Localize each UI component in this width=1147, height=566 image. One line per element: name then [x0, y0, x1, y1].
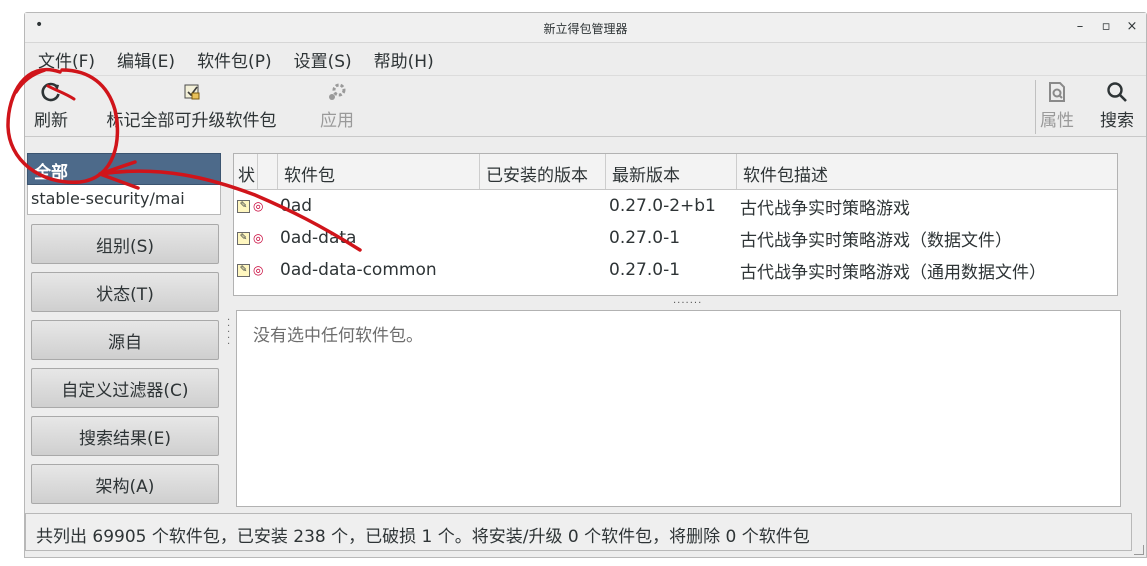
- filter-item-repo[interactable]: stable-security/mai: [27, 185, 221, 215]
- maximize-icon[interactable]: ▫: [1100, 19, 1112, 34]
- properties-button[interactable]: 属性: [1035, 80, 1079, 131]
- mark-all-upgrades-label: 标记全部可升级软件包: [106, 111, 277, 131]
- menu-settings[interactable]: 设置(S): [291, 45, 355, 74]
- table-row[interactable]: ✎ ◎ 0ad-data 0.27.0-1 古代战争实时策略游戏（数据文件）: [234, 222, 1117, 254]
- apply-label: 应用: [320, 111, 354, 131]
- architecture-button[interactable]: 架构(A): [31, 464, 219, 504]
- table-row[interactable]: ✎ ◎ 0ad 0.27.0-2+b1 古代战争实时策略游戏: [234, 190, 1117, 222]
- package-name: 0ad: [280, 196, 313, 216]
- window-title: 新立得包管理器: [543, 22, 628, 36]
- menu-bar: 文件(F) 编辑(E) 软件包(P) 设置(S) 帮助(H): [25, 43, 1146, 75]
- menu-help[interactable]: 帮助(H): [371, 45, 437, 74]
- status-button[interactable]: 状态(T): [31, 272, 219, 312]
- col-installed[interactable]: 已安装的版本: [480, 154, 606, 189]
- debian-icon: ◎: [253, 231, 264, 245]
- search-icon: [1095, 80, 1139, 104]
- sections-button[interactable]: 组别(S): [31, 224, 219, 264]
- mark-all-upgrades-button[interactable]: 标记全部可升级软件包: [79, 80, 304, 131]
- search-button[interactable]: 搜索: [1095, 80, 1139, 131]
- not-installed-icon[interactable]: ✎: [237, 231, 250, 245]
- resize-grip-icon[interactable]: [1134, 545, 1144, 555]
- apply-icon: [315, 80, 359, 104]
- toolbar: 刷新 标记全部可升级软件包 应用 属性 搜索: [25, 75, 1146, 137]
- origin-button[interactable]: 源自: [31, 320, 219, 360]
- properties-label: 属性: [1040, 111, 1074, 131]
- menu-edit[interactable]: 编辑(E): [114, 45, 178, 74]
- col-description[interactable]: 软件包描述: [737, 154, 1117, 189]
- latest-version: 0.27.0-1: [609, 260, 681, 280]
- package-description: 古代战争实时策略游戏（数据文件）: [740, 230, 1012, 251]
- not-installed-icon[interactable]: ✎: [237, 263, 250, 277]
- title-bar: • 新立得包管理器 – ▫ ×: [25, 13, 1146, 43]
- search-results-button[interactable]: 搜索结果(E): [31, 416, 219, 456]
- status-bar: 共列出 69905 个软件包，已安装 238 个，已破损 1 个。将安装/升级 …: [25, 513, 1132, 551]
- not-installed-icon[interactable]: ✎: [237, 199, 250, 213]
- latest-version: 0.27.0-2+b1: [609, 196, 716, 216]
- vertical-splitter[interactable]: · · · · ·: [227, 316, 230, 350]
- search-label: 搜索: [1100, 111, 1134, 131]
- table-header: 状 软件包 已安装的版本 最新版本 软件包描述: [234, 154, 1117, 190]
- minimize-icon[interactable]: –: [1074, 19, 1086, 34]
- package-description: 古代战争实时策略游戏（通用数据文件）: [740, 262, 1046, 283]
- package-description: 古代战争实时策略游戏: [740, 198, 910, 219]
- synaptic-window: • 新立得包管理器 – ▫ × 文件(F) 编辑(E) 软件包(P) 设置(S)…: [24, 12, 1147, 558]
- debian-icon: ◎: [253, 263, 264, 277]
- col-package[interactable]: 软件包: [278, 154, 480, 189]
- filter-panel: 全部 stable-security/mai 组别(S) 状态(T) 源自 自定…: [27, 153, 221, 513]
- reload-button[interactable]: 刷新: [29, 80, 73, 131]
- package-table: 状 软件包 已安装的版本 最新版本 软件包描述 ✎ ◎ 0ad 0.27.0-2+…: [233, 153, 1118, 296]
- mark-upgrades-icon: [79, 80, 304, 104]
- package-name: 0ad-data: [280, 228, 357, 248]
- menu-package[interactable]: 软件包(P): [194, 45, 275, 74]
- debian-icon: ◎: [253, 199, 264, 213]
- filter-item-all[interactable]: 全部: [27, 153, 221, 185]
- horizontal-splitter[interactable]: ·······: [673, 298, 702, 309]
- col-status[interactable]: 状: [234, 154, 258, 189]
- col-support[interactable]: [258, 154, 278, 189]
- package-description-panel: 没有选中任何软件包。: [236, 310, 1121, 507]
- package-name: 0ad-data-common: [280, 260, 437, 280]
- table-row[interactable]: ✎ ◎ 0ad-data-common 0.27.0-1 古代战争实时策略游戏（通…: [234, 254, 1117, 286]
- close-icon[interactable]: ×: [1126, 19, 1138, 34]
- reload-label: 刷新: [34, 111, 68, 131]
- menu-file[interactable]: 文件(F): [35, 45, 98, 74]
- apply-button[interactable]: 应用: [315, 80, 359, 131]
- latest-version: 0.27.0-1: [609, 228, 681, 248]
- properties-icon: [1035, 80, 1079, 104]
- col-latest[interactable]: 最新版本: [606, 154, 737, 189]
- reload-icon: [29, 80, 73, 104]
- status-text: 共列出 69905 个软件包，已安装 238 个，已破损 1 个。将安装/升级 …: [36, 527, 810, 547]
- custom-filters-button[interactable]: 自定义过滤器(C): [31, 368, 219, 408]
